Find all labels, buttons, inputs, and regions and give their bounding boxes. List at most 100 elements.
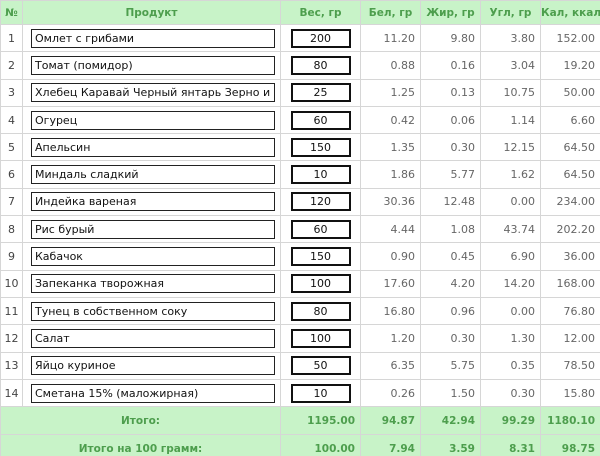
weight-cell: 80 xyxy=(280,296,361,326)
weight-input[interactable]: 25 xyxy=(290,83,351,103)
product-cell: Тунец в собственном соку xyxy=(22,296,281,326)
fat-value: 0.30 xyxy=(420,324,481,353)
kcal-value: 234.00 xyxy=(540,187,600,217)
table-row: 2 Томат (помидор) 80 0.88 0.16 3.04 19.20 xyxy=(0,51,600,80)
totals-label: Итого: xyxy=(0,406,281,436)
product-cell: Омлет с грибами xyxy=(22,23,281,53)
product-name-input[interactable]: Тунец в собственном соку xyxy=(31,301,275,321)
protein-value: 0.88 xyxy=(360,51,421,80)
protein-value: 11.20 xyxy=(360,23,421,53)
totals-weight: 1195.00 xyxy=(280,406,361,436)
weight-cell: 60 xyxy=(280,215,361,244)
totals-fat: 42.94 xyxy=(420,406,481,436)
per100-label: Итого на 100 грамм: xyxy=(0,434,281,456)
row-number: 11 xyxy=(0,296,23,326)
row-number: 6 xyxy=(0,160,23,189)
carbs-value: 3.80 xyxy=(480,23,541,53)
product-cell: Салат xyxy=(22,324,281,353)
kcal-value: 15.80 xyxy=(540,378,600,408)
kcal-value: 36.00 xyxy=(540,242,600,271)
table-row: 14 Сметана 15% (маложирная) 10 0.26 1.50 0.30… xyxy=(0,378,600,408)
weight-cell: 10 xyxy=(280,378,361,408)
weight-cell: 100 xyxy=(280,269,361,298)
protein-value: 0.26 xyxy=(360,378,421,408)
protein-value: 1.20 xyxy=(360,324,421,353)
weight-input[interactable]: 80 xyxy=(290,301,351,321)
row-number: 5 xyxy=(0,133,23,162)
weight-input[interactable]: 60 xyxy=(290,219,351,239)
fat-value: 5.77 xyxy=(420,160,481,189)
protein-value: 30.36 xyxy=(360,187,421,217)
kcal-value: 6.60 xyxy=(540,105,600,135)
table-body: 1 Омлет с грибами 200 11.20 9.80 3.80 152.00 2 Т… xyxy=(0,23,600,408)
kcal-value: 168.00 xyxy=(540,269,600,298)
product-cell: Кабачок xyxy=(22,242,281,271)
product-name-input[interactable]: Индейка вареная xyxy=(31,192,275,212)
kcal-value: 202.20 xyxy=(540,215,600,244)
product-name-input[interactable]: Огурец xyxy=(31,110,275,130)
product-cell: Яйцо куриное xyxy=(22,351,281,380)
row-number: 7 xyxy=(0,187,23,217)
weight-input[interactable]: 120 xyxy=(290,192,351,212)
row-number: 1 xyxy=(0,23,23,53)
carbs-value: 1.14 xyxy=(480,105,541,135)
fat-value: 0.16 xyxy=(420,51,481,80)
carbs-value: 0.00 xyxy=(480,187,541,217)
protein-value: 0.42 xyxy=(360,105,421,135)
product-name-input[interactable]: Миндаль сладкий xyxy=(31,165,275,185)
fat-value: 5.75 xyxy=(420,351,481,380)
carbs-value: 0.30 xyxy=(480,378,541,408)
product-name-input[interactable]: Кабачок xyxy=(31,247,275,267)
weight-input[interactable]: 200 xyxy=(290,28,351,48)
row-number: 3 xyxy=(0,78,23,107)
carbs-value: 14.20 xyxy=(480,269,541,298)
weight-input[interactable]: 150 xyxy=(290,137,351,157)
carbs-value: 0.35 xyxy=(480,351,541,380)
protein-value: 1.86 xyxy=(360,160,421,189)
product-cell: Индейка вареная xyxy=(22,187,281,217)
product-name-input[interactable]: Сметана 15% (маложирная) xyxy=(31,383,275,403)
table-row: 7 Индейка вареная 120 30.36 12.48 0.00 234.00 xyxy=(0,187,600,217)
kcal-value: 64.50 xyxy=(540,160,600,189)
weight-input[interactable]: 10 xyxy=(290,383,351,403)
table-row: 10 Запеканка творожная 100 17.60 4.20 14.20 16… xyxy=(0,269,600,298)
protein-value: 4.44 xyxy=(360,215,421,244)
product-name-input[interactable]: Томат (помидор) xyxy=(31,55,275,75)
row-number: 14 xyxy=(0,378,23,408)
weight-input[interactable]: 80 xyxy=(290,55,351,75)
product-name-input[interactable]: Рис бурый xyxy=(31,219,275,239)
product-name-input[interactable]: Салат xyxy=(31,328,275,348)
table-row: 3 Хлебец Каравай Черный янтарь Зерно и со… xyxy=(0,78,600,107)
table-row: 13 Яйцо куриное 50 6.35 5.75 0.35 78.50 xyxy=(0,351,600,380)
product-name-input[interactable]: Хлебец Каравай Черный янтарь Зерно и сол xyxy=(31,83,275,103)
row-number: 12 xyxy=(0,324,23,353)
totals-carbs: 99.29 xyxy=(480,406,541,436)
weight-input[interactable]: 10 xyxy=(290,165,351,185)
weight-input[interactable]: 150 xyxy=(290,247,351,267)
weight-input[interactable]: 100 xyxy=(290,274,351,294)
fat-value: 0.45 xyxy=(420,242,481,271)
kcal-value: 19.20 xyxy=(540,51,600,80)
protein-value: 17.60 xyxy=(360,269,421,298)
product-cell: Сметана 15% (маложирная) xyxy=(22,378,281,408)
header-kcal: Кал, ккал xyxy=(540,0,600,25)
weight-input[interactable]: 50 xyxy=(290,356,351,376)
table-row: 1 Омлет с грибами 200 11.20 9.80 3.80 152.00 xyxy=(0,23,600,53)
row-number: 8 xyxy=(0,215,23,244)
header-carbs: Угл, гр xyxy=(480,0,541,25)
per100-weight: 100.00 xyxy=(280,434,361,456)
weight-input[interactable]: 60 xyxy=(290,110,351,130)
product-name-input[interactable]: Омлет с грибами xyxy=(31,28,275,48)
carbs-value: 10.75 xyxy=(480,78,541,107)
table-row: 11 Тунец в собственном соку 80 16.80 0.96 0.0… xyxy=(0,296,600,326)
weight-input[interactable]: 100 xyxy=(290,328,351,348)
product-name-input[interactable]: Апельсин xyxy=(31,137,275,157)
kcal-value: 12.00 xyxy=(540,324,600,353)
header-fat: Жир, гр xyxy=(420,0,481,25)
product-name-input[interactable]: Яйцо куриное xyxy=(31,356,275,376)
product-name-input[interactable]: Запеканка творожная xyxy=(31,274,275,294)
weight-cell: 80 xyxy=(280,51,361,80)
fat-value: 1.50 xyxy=(420,378,481,408)
protein-value: 0.90 xyxy=(360,242,421,271)
weight-cell: 120 xyxy=(280,187,361,217)
